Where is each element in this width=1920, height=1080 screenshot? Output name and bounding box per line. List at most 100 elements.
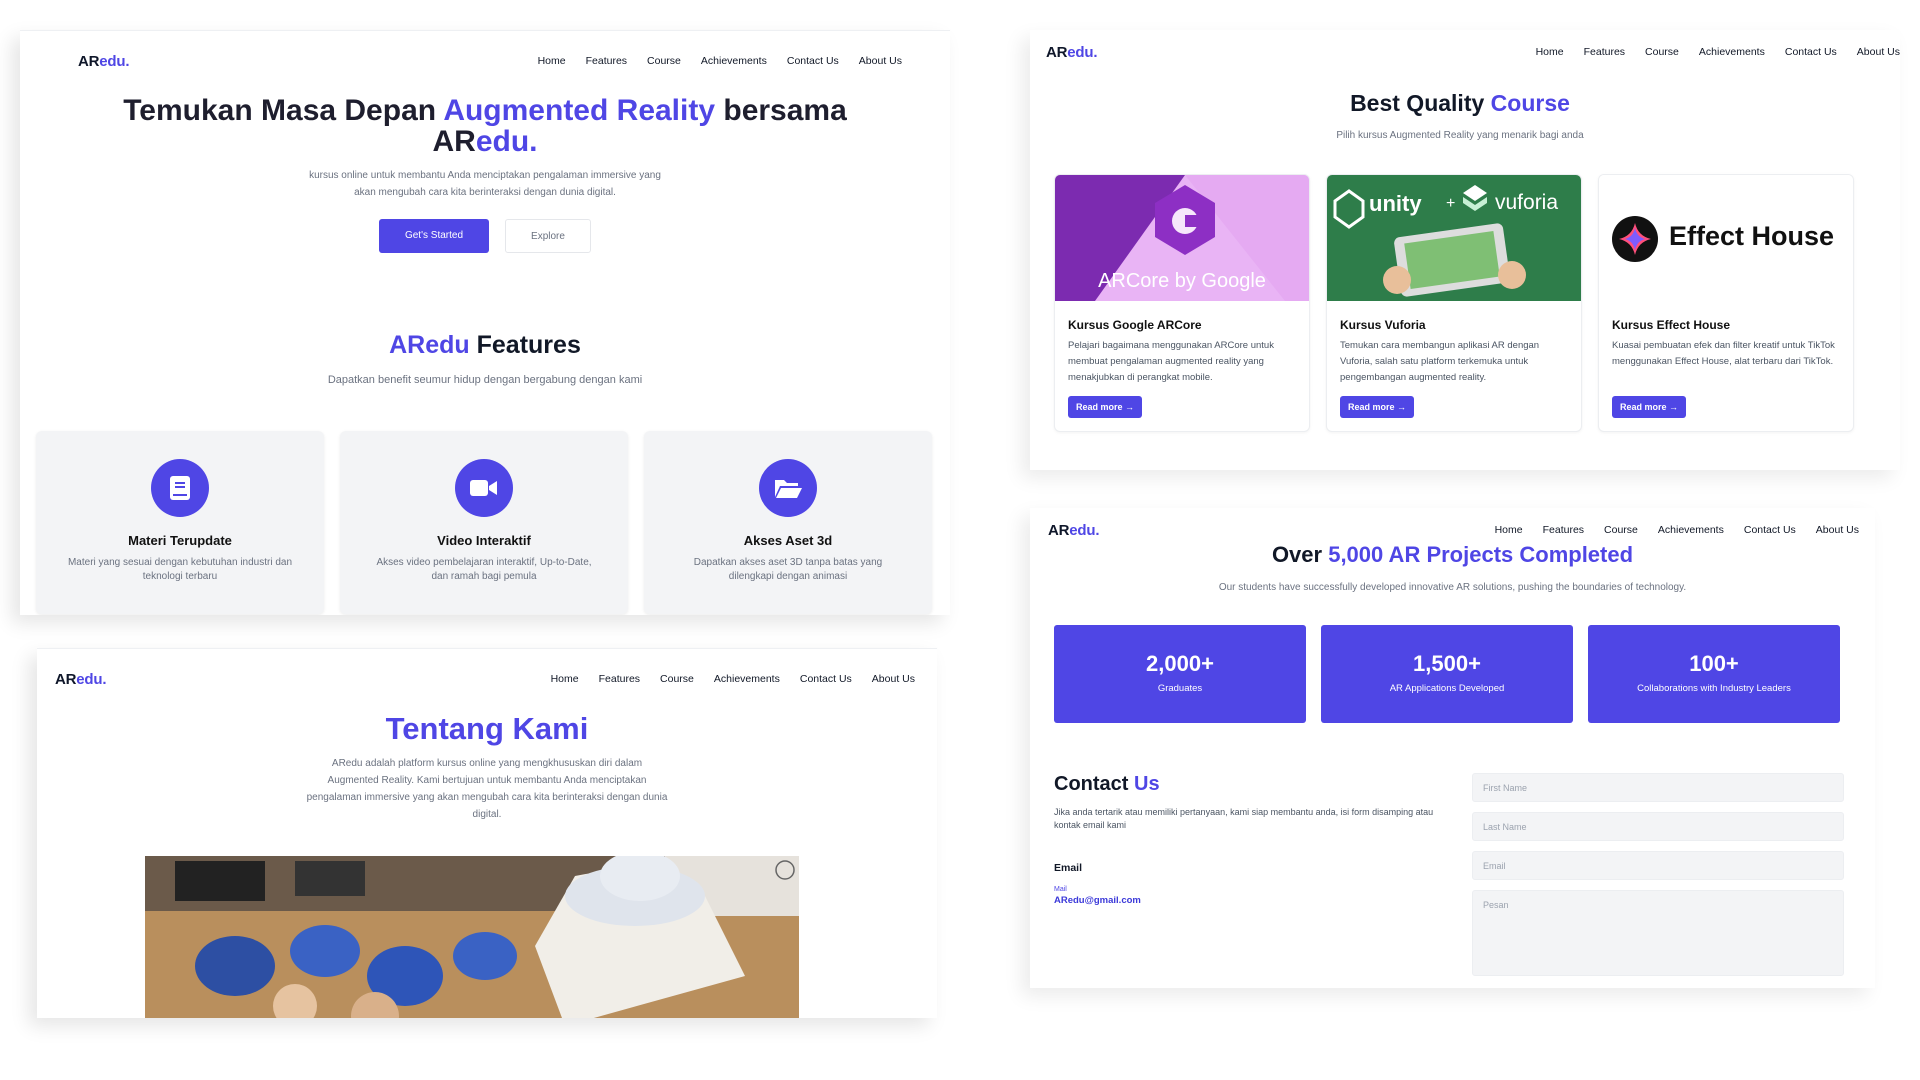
courses-title: Best Quality Course (1350, 90, 1570, 116)
landing-hero-panel: ARedu. Home Features Course Achievements… (20, 30, 950, 615)
course-card-vuforia: unity + vuforia Kursus Vuforia Temukan c… (1326, 174, 1582, 432)
last-name-field[interactable]: Last Name (1472, 812, 1844, 841)
nav-menu: Home Features Course Achievements Contac… (538, 55, 902, 67)
stat-value: 2,000+ (1146, 651, 1214, 676)
stat-label: Graduates (1157, 683, 1203, 694)
about-panel: ARedu. Home Features Course Achievements… (37, 648, 937, 1018)
feature-title: Materi Terupdate (128, 533, 232, 548)
vuforia-text: vuforia (1495, 191, 1559, 214)
arrow-right-icon: → (1125, 402, 1135, 412)
feature-title: Akses Aset 3d (743, 533, 833, 548)
course-card-effect-house: Effect House Kursus Effect House Kuasai … (1598, 174, 1854, 432)
video-camera-icon (455, 459, 513, 517)
nav-about-us[interactable]: About Us (859, 55, 902, 67)
get-started-button[interactable]: Get's Started (379, 219, 489, 253)
nav-achievements[interactable]: Achievements (714, 673, 780, 685)
feature-title: Video Interaktif (437, 533, 531, 548)
feature-desc: Akses video pembelajaran interaktif, Up-… (376, 557, 592, 582)
nav-home[interactable]: Home (538, 55, 566, 67)
feature-card-asset: Akses Aset 3d Dapatkan akses aset 3D tan… (644, 431, 932, 614)
nav-home[interactable]: Home (551, 673, 579, 685)
about-desc: ARedu adalah platform kursus online yang… (306, 758, 668, 820)
classroom-photo (145, 856, 799, 1018)
courses-subtitle: Pilih kursus Augmented Reality yang mena… (1336, 130, 1584, 141)
logo[interactable]: ARedu. (1046, 44, 1098, 61)
stat-label: Collaborations with Industry Leaders (1637, 683, 1791, 694)
plus-text: + (1446, 195, 1456, 212)
feature-desc: Dapatkan akses aset 3D tanpa batas yang … (693, 557, 883, 582)
nav-course[interactable]: Course (1645, 46, 1679, 58)
hero-title: Temukan Masa Depan Augmented Reality ber… (123, 94, 847, 158)
read-more-button[interactable]: Read more → (1612, 396, 1687, 418)
achievements-contact-panel: ARedu. Home Features Course Achievements… (1030, 508, 1875, 988)
nav-course[interactable]: Course (647, 55, 681, 67)
nav-home[interactable]: Home (1536, 46, 1564, 58)
nav-features[interactable]: Features (599, 673, 640, 685)
nav-about-us[interactable]: About Us (872, 673, 915, 685)
courses-heading: Best Quality Course Pilih kursus Augment… (1030, 90, 1900, 144)
achievements-subtitle: Our students have successfully developed… (1218, 582, 1687, 593)
nav-course[interactable]: Course (1604, 524, 1638, 536)
nav-home[interactable]: Home (1495, 524, 1523, 536)
course-title: Kursus Google ARCore (1068, 318, 1202, 332)
navbar: ARedu. Home Features Course Achievements… (20, 39, 950, 83)
nav-features[interactable]: Features (586, 55, 627, 67)
nav-features[interactable]: Features (1543, 524, 1584, 536)
achievements-heading: Over 5,000 AR Projects Completed Our stu… (1030, 542, 1875, 596)
email-field[interactable]: Email (1472, 851, 1844, 880)
stat-value: 1,500+ (1413, 651, 1481, 676)
nav-achievements[interactable]: Achievements (1699, 46, 1765, 58)
nav-achievements[interactable]: Achievements (701, 55, 767, 67)
arcore-banner: ARCore by Google (1055, 175, 1309, 301)
nav-about-us[interactable]: About Us (1857, 46, 1900, 58)
email-link[interactable]: ARedu@gmail.com (1054, 895, 1434, 906)
feature-card-video: Video Interaktif Akses video pembelajara… (340, 431, 628, 614)
nav-contact-us[interactable]: Contact Us (1785, 46, 1837, 58)
unity-text: unity (1369, 191, 1422, 216)
nav-menu: Home Features Course Achievements Contac… (1536, 46, 1900, 58)
hero-section: Temukan Masa Depan Augmented Reality ber… (20, 95, 950, 253)
nav-contact-us[interactable]: Contact Us (800, 673, 852, 685)
about-section: Tentang Kami ARedu adalah platform kursu… (37, 711, 937, 823)
stat-card-applications: 1,500+ AR Applications Developed (1321, 625, 1573, 723)
navbar: ARedu. Home Features Course Achievements… (1030, 30, 1900, 74)
classroom-photo-illustration (145, 856, 799, 1018)
effect-house-banner-text: Effect House (1669, 221, 1835, 251)
effect-house-logo-icon (1612, 216, 1658, 262)
features-heading: ARedu Features Dapatkan benefit seumur h… (20, 331, 950, 389)
read-more-button[interactable]: Read more → (1068, 396, 1143, 418)
features-title: ARedu Features (389, 331, 581, 359)
logo[interactable]: ARedu. (78, 53, 130, 70)
courses-panel: ARedu. Home Features Course Achievements… (1030, 30, 1900, 470)
nav-features[interactable]: Features (1584, 46, 1625, 58)
nav-menu: Home Features Course Achievements Contac… (1495, 524, 1859, 536)
nav-contact-us[interactable]: Contact Us (787, 55, 839, 67)
course-card-arcore: ARCore by Google Kursus Google ARCore Pe… (1054, 174, 1310, 432)
features-subtitle: Dapatkan benefit seumur hidup dengan ber… (327, 374, 643, 386)
hero-buttons: Get's Started Explore (20, 219, 950, 253)
message-textarea[interactable]: Pesan (1472, 890, 1844, 976)
folder-open-icon (759, 459, 817, 517)
stat-card-collaborations: 100+ Collaborations with Industry Leader… (1588, 625, 1840, 723)
nav-course[interactable]: Course (660, 673, 694, 685)
read-more-button[interactable]: Read more → (1340, 396, 1415, 418)
explore-button[interactable]: Explore (505, 219, 591, 253)
contact-title: Contact Us (1054, 773, 1160, 795)
email-heading: Email (1054, 862, 1083, 874)
mail-label: Mail (1054, 886, 1067, 893)
nav-contact-us[interactable]: Contact Us (1744, 524, 1796, 536)
course-desc: Pelajari bagaimana menggunakan ARCore un… (1068, 340, 1274, 383)
course-desc: Temukan cara membangun aplikasi AR denga… (1340, 340, 1540, 383)
nav-about-us[interactable]: About Us (1816, 524, 1859, 536)
logo[interactable]: ARedu. (1048, 522, 1100, 539)
first-name-field[interactable]: First Name (1472, 773, 1844, 802)
hero-subtitle: kursus online untuk membantu Anda mencip… (309, 170, 661, 198)
stat-card-graduates: 2,000+ Graduates (1054, 625, 1306, 723)
contact-desc: Jika anda tertarik atau memiliki pertany… (1054, 807, 1434, 830)
feature-desc: Materi yang sesuai dengan kebutuhan indu… (67, 557, 293, 582)
arrow-right-icon: → (1669, 402, 1679, 412)
feature-card-materi: Materi Terupdate Materi yang sesuai deng… (36, 431, 324, 614)
logo[interactable]: ARedu. (55, 671, 107, 688)
nav-achievements[interactable]: Achievements (1658, 524, 1724, 536)
stat-label: AR Applications Developed (1389, 683, 1505, 694)
